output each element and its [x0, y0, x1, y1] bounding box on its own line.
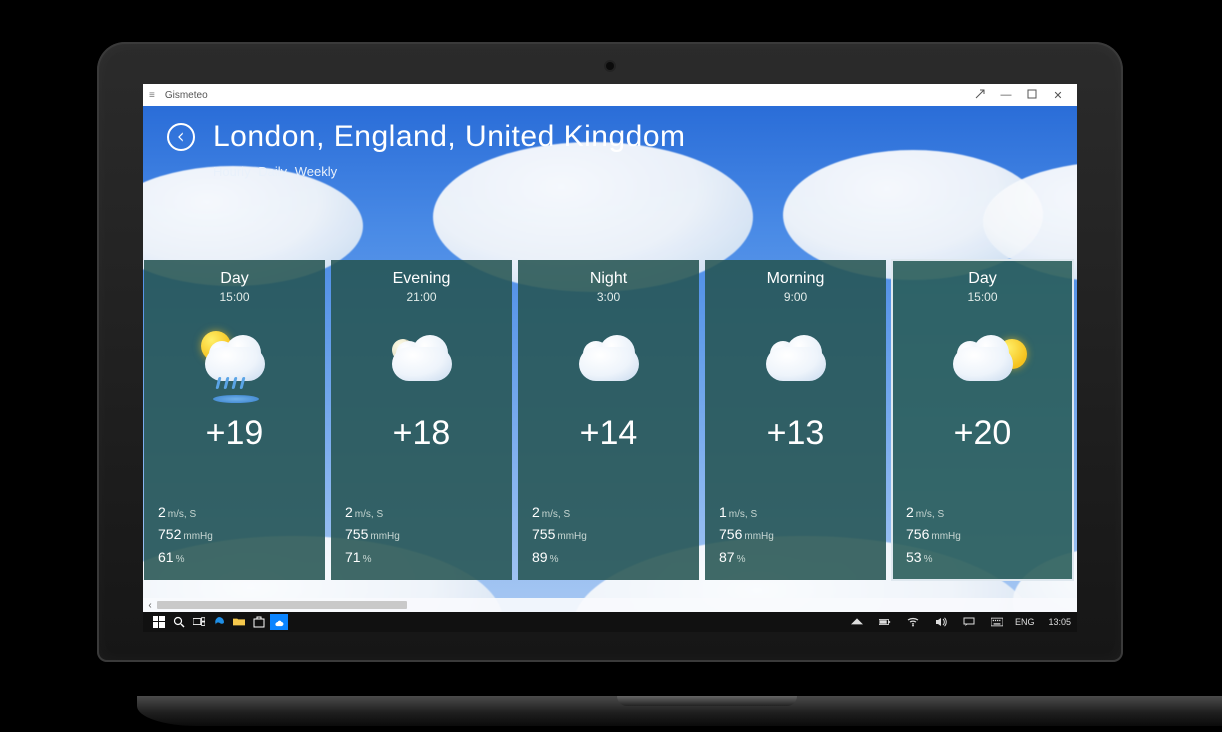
forecast-tabs: Hourly Daily Weekly [143, 164, 1077, 179]
system-tray: ENG 13:05 [847, 616, 1071, 628]
location-title: London, England, United Kingdom [213, 120, 686, 154]
forecast-card[interactable]: Evening 21:00 +18 2m/s, S755mmHg71% [331, 260, 512, 580]
card-period: Day [158, 270, 311, 288]
card-humidity: 61% [158, 546, 213, 568]
card-wind: 2m/s, S [532, 501, 587, 523]
card-temperature: +14 [532, 414, 685, 453]
moon-cloud-icon [382, 333, 462, 383]
forecast-card[interactable]: Morning 9:00 +13 1m/s, S756mmHg87% [705, 260, 886, 580]
gismeteo-taskbar-icon[interactable] [269, 614, 289, 631]
card-humidity: 53% [906, 546, 961, 568]
card-wind: 2m/s, S [158, 501, 213, 523]
card-period: Day [906, 270, 1059, 288]
back-button[interactable] [167, 123, 195, 151]
laptop-base [137, 696, 1222, 726]
card-temperature: +20 [906, 414, 1059, 453]
clock[interactable]: 13:05 [1048, 617, 1071, 627]
card-temperature: +18 [345, 414, 498, 453]
card-wind: 2m/s, S [345, 501, 400, 523]
file-explorer-icon[interactable] [229, 616, 249, 628]
close-button[interactable]: ✕ [1045, 89, 1071, 102]
sun-cloud-icon [943, 333, 1023, 383]
microsoft-store-icon[interactable] [249, 616, 269, 628]
card-temperature: +13 [719, 414, 872, 453]
scroll-left-icon[interactable]: ‹ [143, 600, 157, 611]
volume-icon[interactable] [931, 616, 951, 628]
app-name: Gismeteo [165, 90, 208, 101]
search-icon[interactable] [169, 616, 189, 628]
horizontal-scrollbar[interactable]: ‹ [143, 598, 1077, 612]
card-hour: 15:00 [158, 290, 311, 304]
action-center-icon[interactable] [959, 616, 979, 628]
tab-weekly[interactable]: Weekly [295, 164, 337, 179]
window-titlebar: ≡ Gismeteo — ✕ [143, 84, 1077, 106]
card-hour: 15:00 [906, 290, 1059, 304]
forecast-card[interactable]: Day 15:00 +19 2m/s, S752mmHg61% [144, 260, 325, 580]
battery-icon[interactable] [875, 616, 895, 628]
card-humidity: 87% [719, 546, 774, 568]
cloud-icon [569, 333, 649, 383]
minimize-button[interactable]: — [993, 89, 1019, 101]
keyboard-icon[interactable] [987, 616, 1007, 628]
tray-chevron-up-icon[interactable] [847, 616, 867, 628]
language-indicator[interactable]: ENG [1015, 617, 1035, 627]
cloud-icon [756, 333, 836, 383]
card-pressure: 756mmHg [719, 523, 774, 545]
card-hour: 21:00 [345, 290, 498, 304]
tab-daily[interactable]: Daily [258, 164, 287, 179]
wifi-icon[interactable] [903, 616, 923, 628]
forecast-card[interactable]: Day 15:00 +20 2m/s, S756mmHg53% [892, 260, 1073, 580]
sun-rain-icon [195, 333, 275, 383]
laptop-camera [606, 62, 614, 70]
card-pressure: 755mmHg [532, 523, 587, 545]
scrollbar-thumb[interactable] [157, 601, 407, 609]
card-pressure: 755mmHg [345, 523, 400, 545]
card-humidity: 71% [345, 546, 400, 568]
tab-hourly[interactable]: Hourly [213, 164, 251, 179]
maximize-button[interactable] [1019, 89, 1045, 102]
card-temperature: +19 [158, 414, 311, 453]
card-hour: 3:00 [532, 290, 685, 304]
edge-browser-icon[interactable] [209, 616, 229, 628]
windows-taskbar: ENG 13:05 [143, 612, 1077, 632]
forecast-cards: Day15:00+192m/s, S752mmHg61%Evening21:00… [143, 260, 1077, 580]
start-menu-icon[interactable] [149, 616, 169, 628]
card-humidity: 89% [532, 546, 587, 568]
forecast-card[interactable]: Night 3:00 +14 2m/s, S755mmHg89% [518, 260, 699, 580]
card-hour: 9:00 [719, 290, 872, 304]
card-pressure: 752mmHg [158, 523, 213, 545]
hamburger-menu-icon[interactable]: ≡ [149, 90, 155, 101]
task-view-icon[interactable] [189, 616, 209, 628]
card-wind: 1m/s, S [719, 501, 774, 523]
card-period: Night [532, 270, 685, 288]
expand-diagonal-button[interactable] [967, 89, 993, 102]
card-period: Morning [719, 270, 872, 288]
card-wind: 2m/s, S [906, 501, 961, 523]
card-period: Evening [345, 270, 498, 288]
card-pressure: 756mmHg [906, 523, 961, 545]
